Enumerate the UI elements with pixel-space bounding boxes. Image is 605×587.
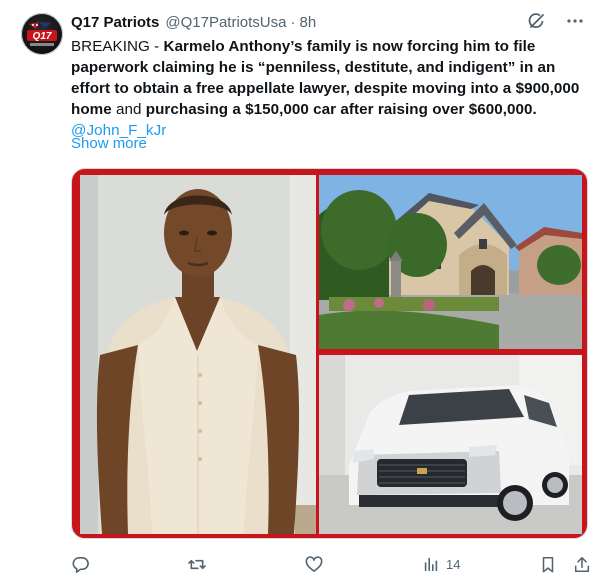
views-count: 14 (446, 556, 461, 572)
text-breaking: BREAKING - (71, 38, 164, 55)
tweet-header: Q17 Patriots @Q17PatriotsUsa · 8h (71, 11, 585, 33)
user-handle[interactable]: @Q17PatriotsUsa (165, 14, 286, 31)
avatar-text: Q17 (33, 31, 52, 42)
share-icon (574, 556, 590, 572)
house-image[interactable] (319, 175, 582, 349)
retweet-button[interactable] (187, 555, 213, 574)
views-button[interactable]: 14 (422, 555, 460, 573)
text-and: and (111, 101, 146, 118)
share-button[interactable] (573, 555, 591, 574)
action-bar: 14 (71, 551, 591, 577)
bookmark-icon (542, 556, 554, 572)
tweet[interactable]: Q17 Q17 Patriots @Q17PatriotsUsa · 8h BR… (0, 0, 605, 587)
text-bold-3: purchasing a $150,000 car after raising … (145, 101, 537, 118)
bookmark-button[interactable] (539, 555, 557, 574)
media-grid (71, 168, 588, 539)
views-icon (424, 557, 438, 572)
reply-button[interactable] (71, 555, 96, 574)
more-icon[interactable] (565, 11, 585, 31)
show-more-link[interactable]: Show more (71, 135, 147, 152)
person-portrait-image[interactable] (80, 175, 316, 534)
q17-logo-icon: Q17 (27, 22, 57, 46)
like-icon (305, 555, 323, 572)
timestamp[interactable]: 8h (299, 14, 316, 31)
suv-image[interactable] (319, 355, 582, 534)
retweet-icon (188, 559, 206, 569)
display-name[interactable]: Q17 Patriots (71, 14, 159, 31)
reply-icon (72, 556, 89, 573)
tweet-text: BREAKING - Karmelo Anthony’s family is n… (71, 36, 591, 141)
grok-icon[interactable] (527, 11, 547, 31)
separator-dot: · (290, 13, 296, 31)
like-button[interactable] (304, 555, 330, 574)
avatar[interactable]: Q17 (21, 13, 63, 55)
